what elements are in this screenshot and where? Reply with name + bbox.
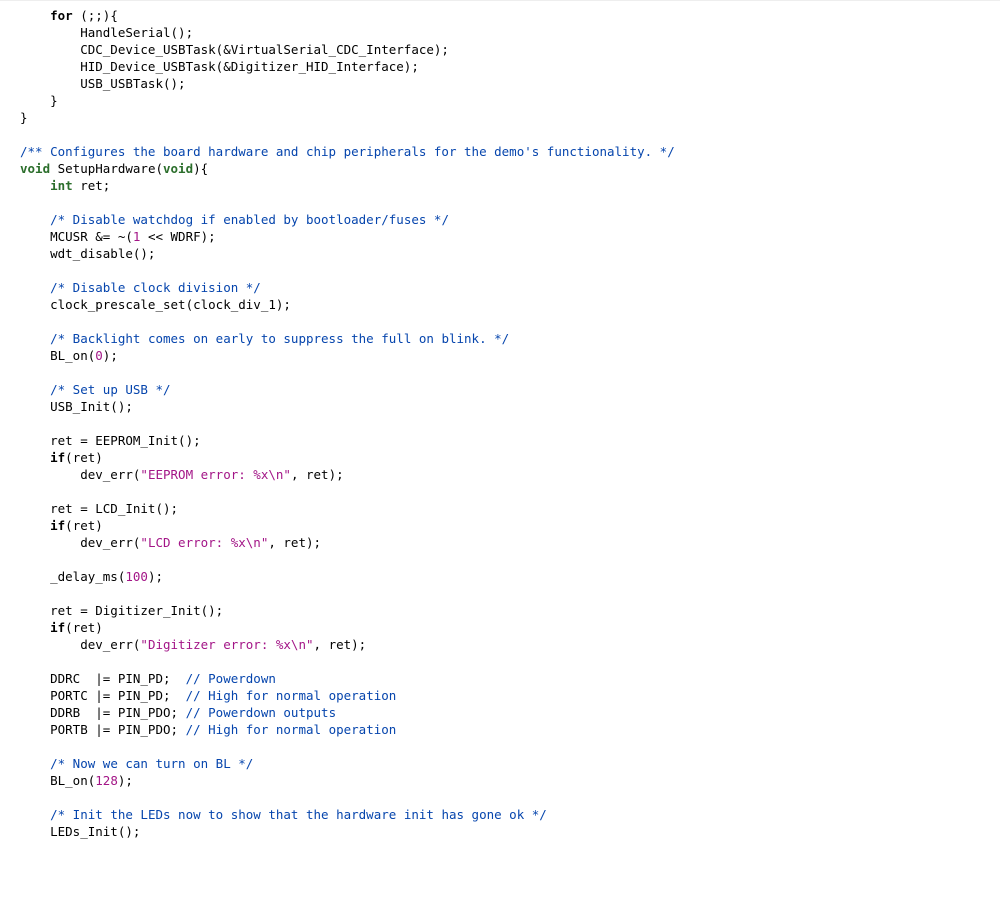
code-text: ret = EEPROM_Init();: [20, 433, 201, 448]
code-text: , ret);: [314, 637, 367, 652]
code-text: ){: [193, 161, 208, 176]
comment: // Powerdown outputs: [186, 705, 337, 720]
code-text: dev_err(: [20, 637, 140, 652]
code-text: , ret);: [291, 467, 344, 482]
string: "Digitizer error: %x\n": [140, 637, 313, 652]
comment: // High for normal operation: [186, 688, 397, 703]
keyword-void-param: void: [163, 161, 193, 176]
code-text: (ret): [65, 450, 103, 465]
string: "LCD error: %x\n": [140, 535, 268, 550]
code-text: (ret): [65, 620, 103, 635]
number: 0: [95, 348, 103, 363]
code-text: DDRC |= PIN_PD;: [20, 671, 186, 686]
code-text: PORTC |= PIN_PD;: [20, 688, 186, 703]
code-text: (ret): [65, 518, 103, 533]
code-text: BL_on(: [20, 773, 95, 788]
code-text: ret = LCD_Init();: [20, 501, 178, 516]
code-text: << WDRF);: [140, 229, 215, 244]
code-text: USB_USBTask();: [20, 76, 186, 91]
keyword-void: void: [20, 161, 50, 176]
number: 128: [95, 773, 118, 788]
keyword-if: if: [50, 450, 65, 465]
code-text: dev_err(: [20, 535, 140, 550]
comment: /* Set up USB */: [50, 382, 170, 397]
code-text: ret;: [73, 178, 111, 193]
code-text: );: [118, 773, 133, 788]
comment: /* Disable clock division */: [50, 280, 261, 295]
code-text: (;;){: [73, 8, 118, 23]
code-text: }: [20, 93, 58, 108]
code-text: MCUSR &= ~(: [20, 229, 133, 244]
code-block: for (;;){ HandleSerial(); CDC_Device_USB…: [0, 0, 1000, 860]
comment: // High for normal operation: [186, 722, 397, 737]
code-text: USB_Init();: [20, 399, 133, 414]
code-text: PORTB |= PIN_PDO;: [20, 722, 186, 737]
code-text: CDC_Device_USBTask(&VirtualSerial_CDC_In…: [20, 42, 449, 57]
code-text: HID_Device_USBTask(&Digitizer_HID_Interf…: [20, 59, 419, 74]
comment: /** Configures the board hardware and ch…: [20, 144, 675, 159]
code-text: SetupHardware(: [50, 161, 163, 176]
code-text: dev_err(: [20, 467, 140, 482]
code-text: ret = Digitizer_Init();: [20, 603, 223, 618]
keyword-if: if: [50, 620, 65, 635]
string: "EEPROM error: %x\n": [140, 467, 291, 482]
code-text: _delay_ms(: [20, 569, 125, 584]
keyword-if: if: [50, 518, 65, 533]
code-text: }: [20, 110, 28, 125]
keyword-for: for: [50, 8, 73, 23]
code-text: );: [148, 569, 163, 584]
comment: /* Backlight comes on early to suppress …: [50, 331, 509, 346]
code-text: BL_on(: [20, 348, 95, 363]
code-text: );: [103, 348, 118, 363]
comment: /* Init the LEDs now to show that the ha…: [50, 807, 547, 822]
code-text: DDRB |= PIN_PDO;: [20, 705, 186, 720]
comment: // Powerdown: [186, 671, 276, 686]
code-text: HandleSerial();: [20, 25, 193, 40]
code-text: clock_prescale_set(clock_div_1);: [20, 297, 291, 312]
code-text: LEDs_Init();: [20, 824, 140, 839]
number: 100: [125, 569, 148, 584]
comment: /* Now we can turn on BL */: [50, 756, 253, 771]
keyword-int: int: [50, 178, 73, 193]
code-text: wdt_disable();: [20, 246, 155, 261]
comment: /* Disable watchdog if enabled by bootlo…: [50, 212, 449, 227]
code-text: , ret);: [268, 535, 321, 550]
